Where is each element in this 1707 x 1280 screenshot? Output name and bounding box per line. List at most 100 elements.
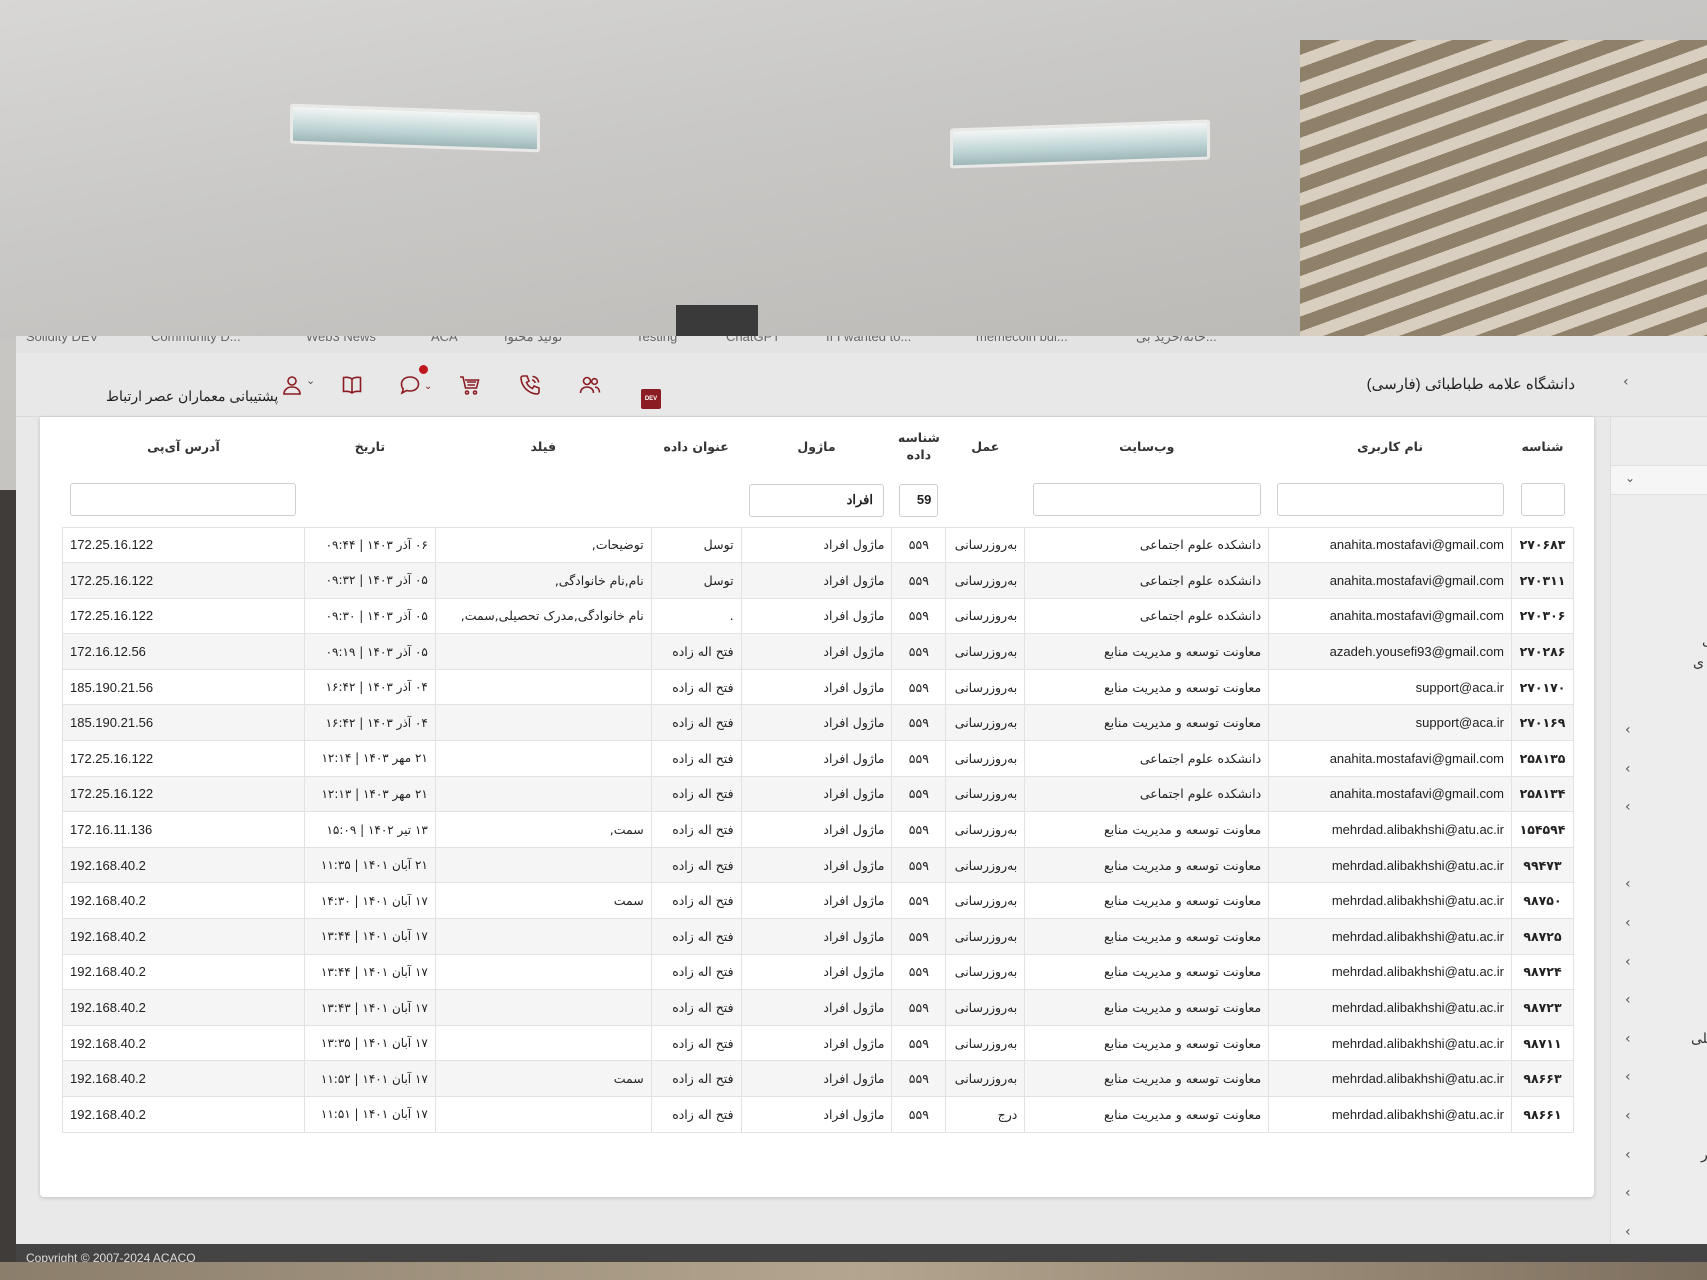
bookmark-item[interactable]: Testing <box>636 336 677 344</box>
chevron-left-icon[interactable]: ‹ <box>1625 722 1631 738</box>
bookmark-item[interactable]: تولید محتوا <box>504 336 562 345</box>
cell-username: mehrdad.alibakhshi@atu.ac.ir <box>1268 1096 1513 1133</box>
table-row[interactable]: ۲۵۸۱۳۴ anahita.mostafavi@gmail.com دانشکده… <box>62 775 1574 813</box>
support-company-label[interactable]: پشتیبانی معماران عصر ارتباط <box>106 388 278 405</box>
cell-ip: 192.168.40.2 <box>62 953 305 991</box>
cart-icon[interactable] <box>456 371 484 399</box>
sidebar-item-label[interactable]: ی <box>1693 654 1704 671</box>
website-filter-input[interactable] <box>1032 482 1261 516</box>
cell-website: معاونت توسعه و مدیریت منابع <box>1024 953 1270 991</box>
column-header-website[interactable]: وب‌سایت <box>1025 417 1269 475</box>
cell-data-title: فتح اله زاده <box>650 989 742 1026</box>
column-header-ip[interactable]: آدرس آی‌پی <box>63 417 305 475</box>
cell-id: ۹۸۷۵۰ <box>1511 882 1574 920</box>
cell-action: به‌روزرسانی <box>945 740 1026 777</box>
table-row[interactable]: ۹۸۷۱۱ mehrdad.alibakhshi@atu.ac.ir معاونت … <box>62 1024 1574 1062</box>
bookmark-item[interactable]: If I wanted to... <box>826 336 911 344</box>
sidebar-item-label[interactable]: صیلی <box>1691 1030 1707 1047</box>
cell-action: به‌روزرسانی <box>945 562 1026 599</box>
cell-website: معاونت توسعه و مدیریت منابع <box>1024 882 1270 920</box>
cell-action: به‌روزرسانی <box>945 846 1026 884</box>
chevron-down-icon[interactable]: ⌄ <box>1625 471 1635 485</box>
column-header-date[interactable]: تاریخ <box>304 417 435 475</box>
table-row[interactable]: ۱۵۴۵۹۴ mehrdad.alibakhshi@atu.ac.ir معاونت… <box>62 811 1574 848</box>
cell-field <box>434 846 652 884</box>
chevron-left-icon[interactable]: ‹ <box>1623 374 1629 390</box>
table-row[interactable]: ۲۷۰۱۷۰ support@aca.ir معاونت توسعه و مدیری… <box>62 668 1574 706</box>
column-header-field[interactable]: فیلد <box>435 417 651 475</box>
chevron-left-icon[interactable]: ‹ <box>1625 954 1631 970</box>
table-row[interactable]: ۲۷۰۱۶۹ support@aca.ir معاونت توسعه و مدیری… <box>62 704 1574 742</box>
phone-icon[interactable] <box>516 371 544 399</box>
table-row[interactable]: ۹۸۷۵۰ mehrdad.alibakhshi@atu.ac.ir معاونت … <box>62 882 1574 920</box>
chevron-left-icon[interactable]: ‹ <box>1625 1147 1631 1163</box>
table-row[interactable]: ۹۸۶۶۱ mehrdad.alibakhshi@atu.ac.ir معاونت … <box>62 1096 1574 1133</box>
sidebar-item-active[interactable]: ⌄ <box>1611 465 1707 495</box>
book-icon[interactable] <box>338 371 366 399</box>
chevron-left-icon[interactable]: ‹ <box>1625 1031 1631 1047</box>
cell-date: ۱۷ آبان ۱۴۰۱ | ۱۴:۳۰ <box>303 882 436 920</box>
chevron-down-icon[interactable]: ⌄ <box>424 381 432 392</box>
cell-data-title: فتح اله زاده <box>650 633 742 670</box>
cell-field <box>434 668 652 706</box>
cell-id: ۹۹۴۷۳ <box>1511 846 1574 884</box>
bookmark-item[interactable]: Web3 News <box>306 336 376 344</box>
username-filter-input[interactable] <box>1276 482 1504 516</box>
column-header-action[interactable]: عمل <box>946 417 1025 475</box>
cell-date: ۱۷ آبان ۱۴۰۱ | ۱۳:۴۴ <box>303 953 436 991</box>
bookmark-item[interactable]: خانه/خرید بی... <box>1136 336 1217 345</box>
chevron-left-icon[interactable]: ‹ <box>1625 876 1631 892</box>
column-header-data-title[interactable]: عنوان داده <box>651 417 741 475</box>
column-header-id[interactable]: شناسه <box>1512 417 1574 475</box>
sidebar-item-label[interactable]: ی <box>1702 632 1707 649</box>
bookmark-item[interactable]: ChatGPT <box>726 336 780 344</box>
cell-field <box>434 740 652 777</box>
column-header-username[interactable]: نام کاربری <box>1269 417 1512 475</box>
chevron-left-icon[interactable]: ‹ <box>1625 1108 1631 1124</box>
cell-data-id: ۵۵۹ <box>891 1024 947 1062</box>
cell-id: ۲۵۸۱۳۵ <box>1511 740 1574 777</box>
chevron-down-icon[interactable]: ⌄ <box>306 374 315 387</box>
table-row[interactable]: ۹۸۷۲۴ mehrdad.alibakhshi@atu.ac.ir معاونت … <box>62 953 1574 991</box>
table-row[interactable]: ۲۵۸۱۳۵ anahita.mostafavi@gmail.com دانشکده… <box>62 740 1574 777</box>
module-filter-input[interactable]: افراد <box>748 484 884 518</box>
bookmark-item[interactable]: Solidity DEV <box>26 336 98 344</box>
chevron-left-icon[interactable]: ‹ <box>1625 761 1631 777</box>
bookmark-item[interactable]: ACA <box>431 336 458 344</box>
cell-data-title: فتح اله زاده <box>650 740 742 777</box>
table-row[interactable]: ۹۸۷۲۵ mehrdad.alibakhshi@atu.ac.ir معاونت … <box>62 918 1574 955</box>
cell-module: ماژول افراد <box>740 562 893 599</box>
cell-data-id: ۵۵۹ <box>891 562 947 599</box>
chat-icon[interactable] <box>396 371 424 399</box>
table-row[interactable]: ۹۸۷۲۳ mehrdad.alibakhshi@atu.ac.ir معاونت … <box>62 989 1574 1026</box>
table-row[interactable]: ۲۷۰۲۸۶ azadeh.yousefi93@gmail.com معاونت ت… <box>62 633 1574 670</box>
bookmark-item[interactable]: Community D... <box>151 336 241 344</box>
user-icon[interactable] <box>278 371 306 399</box>
data-id-filter-input[interactable]: 59 <box>899 484 939 518</box>
cell-ip: 172.25.16.122 <box>62 740 305 777</box>
dev-icon[interactable]: DEV <box>641 389 661 409</box>
users-icon[interactable] <box>576 371 604 399</box>
id-filter-input[interactable] <box>1520 482 1565 516</box>
table-row[interactable]: ۹۹۴۷۳ mehrdad.alibakhshi@atu.ac.ir معاونت … <box>62 846 1574 884</box>
chevron-left-icon[interactable]: ‹ <box>1625 992 1631 1008</box>
column-header-module[interactable]: ماژول <box>741 417 892 475</box>
cell-action: به‌روزرسانی <box>945 953 1026 991</box>
cell-module: ماژول افراد <box>740 633 893 670</box>
chevron-left-icon[interactable]: ‹ <box>1625 915 1631 931</box>
cell-data-title: توسل <box>650 562 742 599</box>
site-title[interactable]: دانشگاه علامه طباطبائی (فارسی) <box>1367 375 1575 393</box>
ip-filter-input[interactable] <box>70 482 297 516</box>
chevron-left-icon[interactable]: ‹ <box>1625 1069 1631 1085</box>
chevron-left-icon[interactable]: ‹ <box>1625 1185 1631 1201</box>
bookmark-item[interactable]: memecoin bui... <box>976 336 1068 344</box>
table-row[interactable]: ۲۷۰۳۱۱ anahita.mostafavi@gmail.com دانشکده… <box>62 562 1574 599</box>
table-row[interactable]: ۲۷۰۳۰۶ anahita.mostafavi@gmail.com دانشکده… <box>62 597 1574 635</box>
column-header-data-id[interactable]: شناسه داده <box>892 417 946 475</box>
chevron-left-icon[interactable]: ‹ <box>1625 799 1631 815</box>
table-row[interactable]: ۹۸۶۶۳ mehrdad.alibakhshi@atu.ac.ir معاونت … <box>62 1060 1574 1097</box>
chevron-left-icon[interactable]: ‹ <box>1625 1224 1631 1240</box>
cell-field: توضیحات, <box>434 526 652 564</box>
table-row[interactable]: ۲۷۰۶۸۳ anahita.mostafavi@gmail.com دانشکده… <box>62 526 1574 564</box>
sidebar-item-label[interactable]: یر <box>1701 1146 1707 1163</box>
